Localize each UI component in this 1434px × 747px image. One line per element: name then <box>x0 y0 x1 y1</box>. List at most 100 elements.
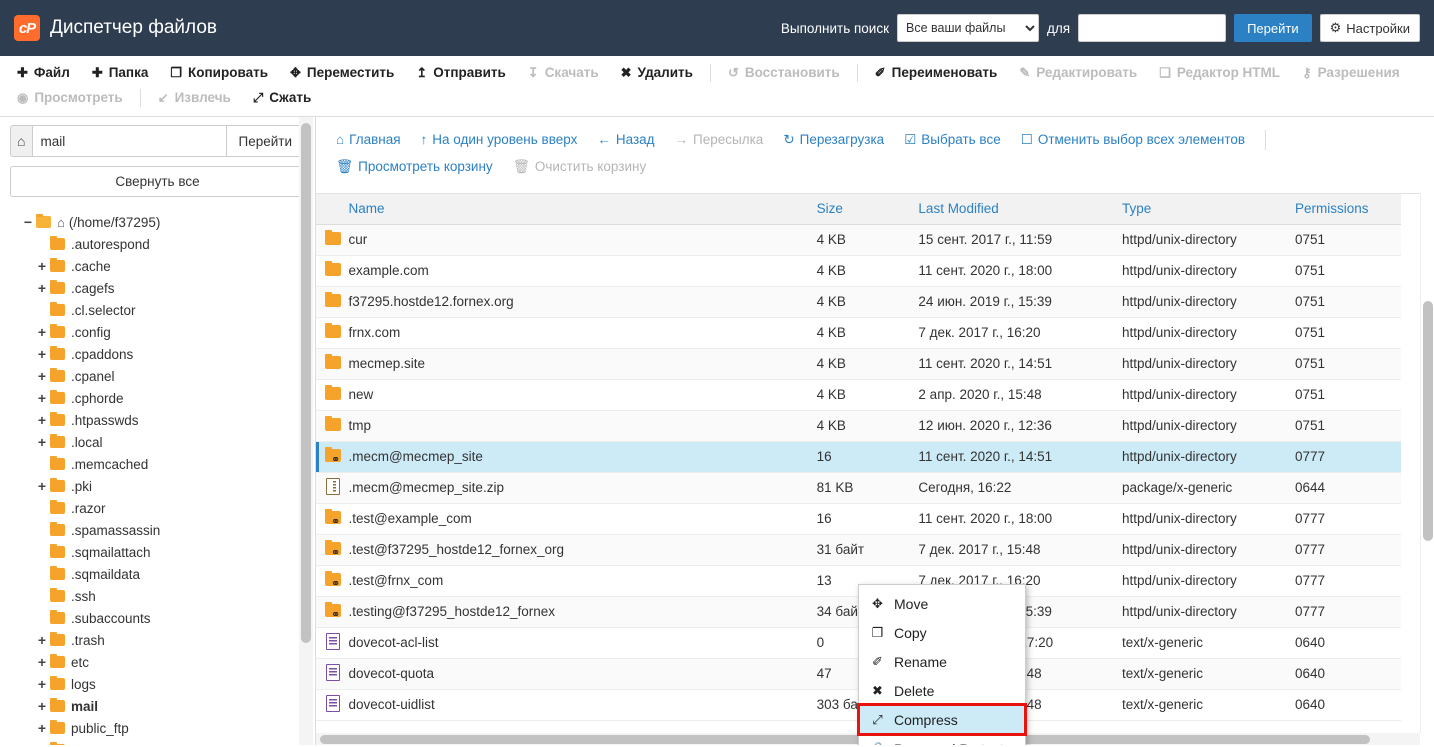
table-row[interactable]: ⚭ .mecm@mecmep_site 16 11 сент. 2020 г., 14… <box>316 441 1401 473</box>
file-table-vertical-scrollbar[interactable] <box>1420 193 1434 733</box>
tree-node-cache[interactable]: + .cache <box>10 255 305 277</box>
tree-expand-icon[interactable]: + <box>34 258 50 274</box>
tree-expand-icon[interactable]: + <box>34 676 50 692</box>
tree-collapse-icon[interactable]: − <box>20 214 36 230</box>
tree-node-autorespond[interactable]: .autorespond <box>10 233 305 255</box>
file-table-vertical-scrollbar-thumb[interactable] <box>1423 301 1433 541</box>
tree-expand-icon[interactable]: + <box>34 434 50 450</box>
sidebar-scrollbar[interactable] <box>299 117 313 745</box>
tree-node-memcached[interactable]: .memcached <box>10 453 305 475</box>
table-row[interactable]: tmp 4 KB 12 июн. 2020 г., 12:36 httpd/unix-… <box>316 410 1401 442</box>
nav-назад-button[interactable]: ← Назад <box>587 129 664 150</box>
tree-node-trash[interactable]: + .trash <box>10 629 305 651</box>
tree-home-button[interactable]: ⌂ <box>10 125 33 157</box>
tree-node-pki[interactable]: + .pki <box>10 475 305 497</box>
nav-просмотреть-корзину-button[interactable]: 🗑 Просмотреть корзину <box>326 156 503 178</box>
tree-node-razor[interactable]: .razor <box>10 497 305 519</box>
context-menu-item-compress[interactable]: ⤢ Compress <box>857 703 1027 736</box>
tree-node-public-ftp[interactable]: + public_ftp <box>10 717 305 739</box>
tree-node-htpasswds[interactable]: + .htpasswds <box>10 409 305 431</box>
tree-expand-icon[interactable]: + <box>34 280 50 296</box>
toolbar-файл-button[interactable]: ✚ Файл <box>6 62 81 83</box>
table-row[interactable]: f37295.hostde12.fornex.org 4 KB 24 июн. 20… <box>316 286 1401 318</box>
context-menu-item-copy[interactable]: ❐ Copy <box>859 618 1025 647</box>
tree-node-mail[interactable]: + mail <box>10 695 305 717</box>
path-input[interactable] <box>32 125 227 157</box>
nav-label: Выбрать все <box>921 132 1001 147</box>
search-go-button[interactable]: Перейти <box>1234 14 1312 42</box>
table-row[interactable]: ⚭ .test@f37295_hostde12_fornex_org 31 байт… <box>316 534 1401 566</box>
nav-на-один-уровень-вверх-button[interactable]: ↑ На один уровень вверх <box>411 129 588 150</box>
sidebar-scrollbar-thumb[interactable] <box>301 123 311 643</box>
tree-node-ssh[interactable]: .ssh <box>10 585 305 607</box>
tree-expand-icon[interactable]: + <box>34 324 50 340</box>
file-table-horizontal-scrollbar-thumb[interactable] <box>320 735 1370 744</box>
toolbar-отправить-button[interactable]: ↥ Отправить <box>405 62 516 83</box>
settings-button[interactable]: ⚙ Настройки <box>1319 14 1420 42</box>
nav-отменить-выбор-всех-элементов-button[interactable]: ☐ Отменить выбор всех элементов <box>1011 129 1255 151</box>
context-menu-item-delete[interactable]: ✖ Delete <box>859 676 1025 705</box>
column-header-type[interactable]: Type <box>1115 194 1289 225</box>
file-permissions-cell: 0751 <box>1289 224 1401 256</box>
tree-expand-icon[interactable]: + <box>34 478 50 494</box>
toolbar-папка-button[interactable]: ✚ Папка <box>81 62 160 83</box>
toolbar2-сжать-button[interactable]: ⤢ Сжать <box>242 87 322 108</box>
context-menu-item-password-protect[interactable]: 🔒 Password Protect <box>859 734 1025 746</box>
nav-главная-button[interactable]: ⌂ Главная <box>326 129 411 150</box>
tree-node-config[interactable]: + .config <box>10 321 305 343</box>
tree-node-label: .razor <box>71 500 106 516</box>
tree-node-logs[interactable]: + logs <box>10 673 305 695</box>
tree-expand-icon[interactable]: + <box>34 346 50 362</box>
column-header-permissions[interactable]: Permissions <box>1289 194 1401 225</box>
tree-node-local[interactable]: + .local <box>10 431 305 453</box>
table-row[interactable]: new 4 KB 2 апр. 2020 г., 15:48 httpd/unix-d… <box>316 379 1401 411</box>
text-file-icon <box>324 633 342 650</box>
tree-expand-icon[interactable]: + <box>34 720 50 736</box>
search-for-label: для <box>1047 20 1071 36</box>
context-menu-item-move[interactable]: ✥ Move <box>859 589 1025 618</box>
tree-expand-icon[interactable]: + <box>34 368 50 384</box>
tree-node-sqmaildata[interactable]: .sqmaildata <box>10 563 305 585</box>
context-menu-item-rename[interactable]: ✐ Rename <box>859 647 1025 676</box>
tree-node-cphorde[interactable]: + .cphorde <box>10 387 305 409</box>
zip-file-icon <box>324 478 342 495</box>
tree-expand-icon[interactable]: + <box>34 698 50 714</box>
tree-node-cpaddons[interactable]: + .cpaddons <box>10 343 305 365</box>
table-row[interactable]: example.com 4 KB 11 сент. 2020 г., 18:00 ht… <box>316 255 1401 287</box>
tree-expand-icon[interactable]: + <box>34 390 50 406</box>
tree-expand-icon[interactable]: + <box>34 412 50 428</box>
table-row[interactable]: cur 4 KB 15 сент. 2017 г., 11:59 httpd/unix… <box>316 224 1401 256</box>
table-row[interactable]: mecmep.site 4 KB 11 сент. 2020 г., 14:51 ht… <box>316 348 1401 380</box>
search-scope-select[interactable]: Все ваши файлы <box>897 14 1039 42</box>
column-header-size[interactable]: Size <box>810 194 913 225</box>
table-row[interactable]: .mecm@mecmep_site.zip 81 KB Сегодня, 16:22… <box>316 472 1401 504</box>
tree-node-public-html[interactable]: + public_html <box>10 739 305 745</box>
column-header-modified[interactable]: Last Modified <box>912 194 1116 225</box>
toolbar-удалить-button[interactable]: ✖ Удалить <box>610 62 704 83</box>
toolbar-переименовать-button[interactable]: ✐ Переименовать <box>864 62 1009 83</box>
tree-node-home-f37295[interactable]: − ⌂ (/home/f37295) <box>10 211 305 233</box>
table-row[interactable]: ⚭ .test@example_com 16 11 сент. 2020 г., 18… <box>316 503 1401 535</box>
tree-node-label: .cphorde <box>71 390 124 406</box>
file-icon-cell <box>316 410 343 442</box>
column-header-name[interactable]: Name <box>342 194 811 225</box>
table-row[interactable]: frnx.com 4 KB 7 дек. 2017 г., 16:20 httpd/u… <box>316 317 1401 349</box>
tree-node-cl-selector[interactable]: .cl.selector <box>10 299 305 321</box>
collapse-all-button[interactable]: Свернуть все <box>10 166 305 197</box>
toolbar-переместить-button[interactable]: ✥ Переместить <box>279 62 405 83</box>
tree-node-cpanel[interactable]: + .cpanel <box>10 365 305 387</box>
tree-node-spamassassin[interactable]: .spamassassin <box>10 519 305 541</box>
path-go-button[interactable]: Перейти <box>226 125 305 157</box>
tree-expand-icon[interactable]: + <box>34 742 50 745</box>
tree-expand-icon[interactable]: + <box>34 632 50 648</box>
nav-выбрать-все-button[interactable]: ☑ Выбрать все <box>894 129 1011 151</box>
tree-expand-icon[interactable]: + <box>34 654 50 670</box>
tree-node-cagefs[interactable]: + .cagefs <box>10 277 305 299</box>
tree-node-subaccounts[interactable]: .subaccounts <box>10 607 305 629</box>
search-input[interactable] <box>1078 14 1227 42</box>
nav-перезагрузка-button[interactable]: ↻ Перезагрузка <box>773 129 894 151</box>
tree-node-sqmailattach[interactable]: .sqmailattach <box>10 541 305 563</box>
tree-node-etc[interactable]: + etc <box>10 651 305 673</box>
toolbar-копировать-button[interactable]: ❐ Копировать <box>159 62 279 83</box>
tree-node-label: .spamassassin <box>71 522 161 538</box>
